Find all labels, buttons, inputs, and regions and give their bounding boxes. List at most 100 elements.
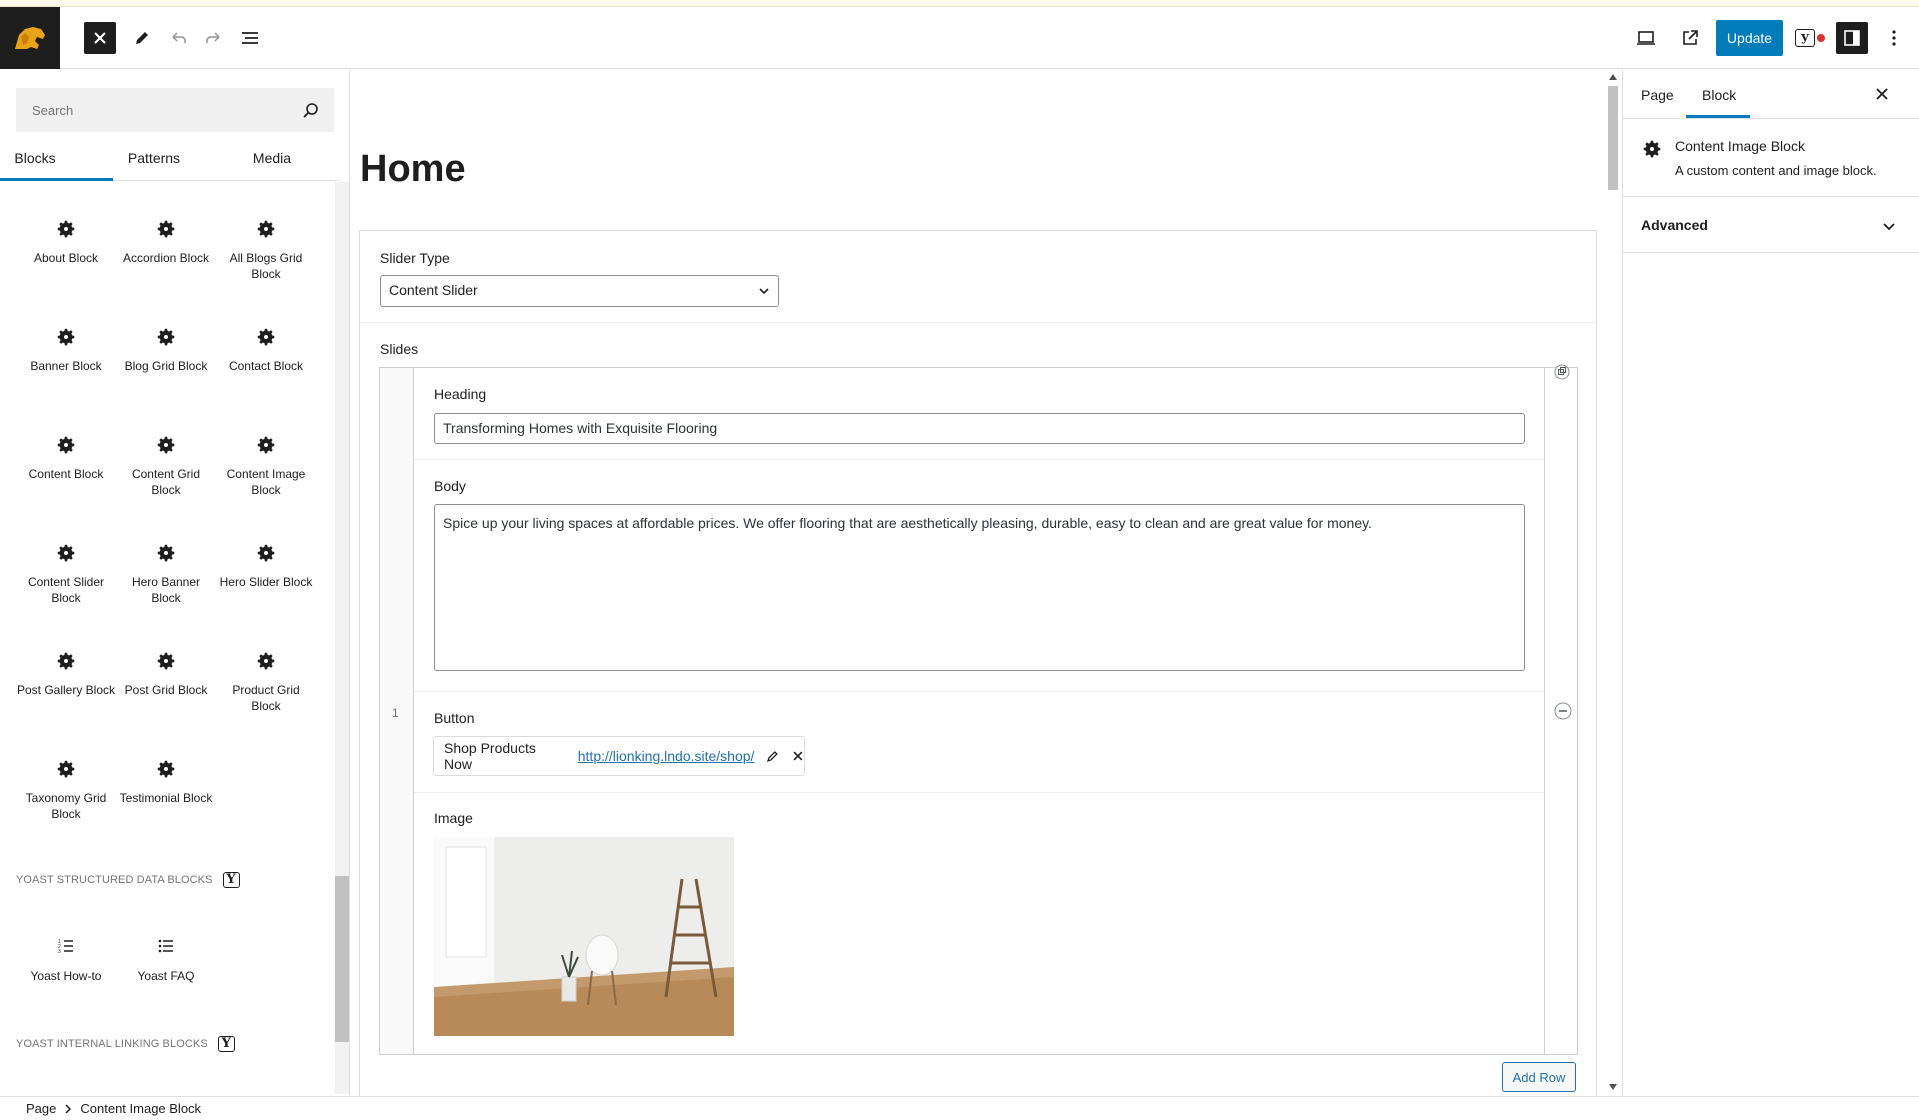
list-view-icon[interactable] xyxy=(234,22,266,54)
heading-label: Heading xyxy=(434,386,487,402)
block-item-label: Yoast How-to xyxy=(30,969,102,983)
gear-icon xyxy=(157,652,175,670)
block-item-label: Accordion Block xyxy=(122,251,210,265)
block-item[interactable]: Hero Slider Block xyxy=(216,542,316,590)
block-card: Content Image Block A custom content and… xyxy=(1623,120,1919,197)
field-divider xyxy=(414,459,1544,460)
scrollbar-thumb[interactable] xyxy=(1608,86,1618,190)
gear-icon xyxy=(257,220,275,238)
close-icon[interactable] xyxy=(792,750,804,762)
yoast-icon[interactable]: y xyxy=(1794,22,1826,54)
breadcrumb-item[interactable]: Content Image Block xyxy=(80,1101,201,1116)
close-icon[interactable] xyxy=(84,22,116,54)
slides-label: Slides xyxy=(380,341,419,357)
external-link-icon[interactable] xyxy=(1674,22,1706,54)
button-link-text: Shop Products Now xyxy=(444,740,536,772)
list-icon xyxy=(158,939,173,953)
block-item-label: Yoast FAQ xyxy=(137,969,195,983)
tab-page[interactable]: Page xyxy=(1641,70,1674,119)
block-item[interactable]: Blog Grid Block xyxy=(116,326,216,374)
gear-icon xyxy=(157,544,175,562)
block-item[interactable]: Content Block xyxy=(16,434,116,482)
gear-icon xyxy=(257,652,275,670)
inserter-scrollbar[interactable] xyxy=(335,182,349,1094)
sidebar-toggle-icon[interactable] xyxy=(1836,22,1868,54)
block-item[interactable]: 123 Yoast How-to xyxy=(16,938,116,984)
page-title[interactable]: Home xyxy=(360,148,466,191)
section-heading: YOAST INTERNAL LINKING BLOCKS xyxy=(16,1038,208,1050)
block-item[interactable]: Contact Block xyxy=(216,326,316,374)
block-item[interactable]: Testimonial Block xyxy=(116,758,216,806)
section-heading: YOAST STRUCTURED DATA BLOCKS xyxy=(16,874,213,886)
gear-icon xyxy=(57,544,75,562)
yoast-icon: y xyxy=(222,872,240,888)
gear-icon xyxy=(57,652,75,670)
logo-icon[interactable] xyxy=(0,7,60,69)
slider-type-select[interactable]: Content Slider xyxy=(380,275,779,307)
block-item[interactable]: Hero Banner Block xyxy=(116,542,216,606)
gear-icon xyxy=(57,328,75,346)
yoast-icon: y xyxy=(217,1036,235,1052)
body-textarea[interactable]: Spice up your living spaces at affordabl… xyxy=(434,504,1525,671)
block-item-label: Banner Block xyxy=(30,359,102,373)
duplicate-row-icon[interactable] xyxy=(1554,364,1570,380)
pencil-icon[interactable] xyxy=(766,749,780,763)
image-preview[interactable] xyxy=(434,837,734,1036)
block-item-label: About Block xyxy=(33,251,99,265)
block-item[interactable]: Post Gallery Block xyxy=(16,650,116,698)
block-item[interactable]: Content Slider Block xyxy=(16,542,116,606)
block-item[interactable]: About Block xyxy=(16,218,116,266)
block-item[interactable]: Post Grid Block xyxy=(116,650,216,698)
button-link-url[interactable]: http://lionking.lndo.site/shop/ xyxy=(578,748,755,764)
block-item[interactable]: Taxonomy Grid Block xyxy=(16,758,116,822)
scroll-up-icon[interactable] xyxy=(1609,74,1617,80)
block-item[interactable]: Yoast FAQ xyxy=(116,938,216,984)
gear-icon xyxy=(257,436,275,454)
gear-icon xyxy=(57,220,75,238)
button-link-field[interactable]: Shop Products Now http://lionking.lndo.s… xyxy=(433,736,805,776)
block-item-label: Post Grid Block xyxy=(124,683,208,697)
gear-icon xyxy=(1643,140,1661,158)
tab-blocks[interactable]: Blocks xyxy=(0,70,70,174)
block-item[interactable]: All Blogs Grid Block xyxy=(216,218,316,282)
tab-media[interactable]: Media xyxy=(226,70,318,174)
desktop-preview-icon[interactable] xyxy=(1630,22,1662,54)
scrollbar-thumb[interactable] xyxy=(335,876,349,1042)
pencil-icon[interactable] xyxy=(126,22,158,54)
gear-icon xyxy=(57,436,75,454)
close-icon[interactable] xyxy=(1875,87,1889,101)
heading-field[interactable]: Transforming Homes with Exquisite Floori… xyxy=(434,413,1525,444)
row-handle[interactable]: 1 xyxy=(380,368,414,1054)
tab-active-indicator xyxy=(0,178,113,181)
undo-icon[interactable] xyxy=(162,22,194,54)
more-options-icon[interactable] xyxy=(1878,22,1910,54)
remove-row-icon[interactable] xyxy=(1554,702,1572,720)
gear-icon xyxy=(257,544,275,562)
canvas-scrollbar[interactable] xyxy=(1605,70,1621,1096)
block-item-label: Contact Block xyxy=(228,359,304,373)
advanced-panel-toggle[interactable]: Advanced xyxy=(1623,197,1919,253)
block-item[interactable]: Accordion Block xyxy=(116,218,216,266)
gear-icon xyxy=(157,328,175,346)
breadcrumb-item[interactable]: Page xyxy=(26,1101,56,1116)
breadcrumb: Page Content Image Block xyxy=(0,1096,1919,1120)
tab-block[interactable]: Block xyxy=(1702,70,1736,119)
tab-active-indicator xyxy=(1686,115,1750,118)
scroll-down-icon[interactable] xyxy=(1609,1084,1617,1090)
block-item[interactable]: Banner Block xyxy=(16,326,116,374)
row-actions xyxy=(1544,364,1578,1054)
svg-text:3: 3 xyxy=(58,949,61,954)
block-item[interactable]: Product Grid Block xyxy=(216,650,316,714)
slider-type-label: Slider Type xyxy=(380,250,450,266)
block-item[interactable]: Content Image Block xyxy=(216,434,316,498)
tab-patterns[interactable]: Patterns xyxy=(113,70,195,174)
update-button[interactable]: Update xyxy=(1716,20,1783,56)
redo-icon[interactable] xyxy=(198,22,230,54)
top-notice-strip xyxy=(0,0,1919,7)
body-label: Body xyxy=(434,478,466,494)
settings-tabs: Page Block xyxy=(1623,70,1919,119)
block-item[interactable]: Content Grid Block xyxy=(116,434,216,498)
advanced-label: Advanced xyxy=(1641,217,1708,233)
add-row-button[interactable]: Add Row xyxy=(1502,1062,1576,1092)
block-card-title: Content Image Block xyxy=(1675,138,1805,154)
